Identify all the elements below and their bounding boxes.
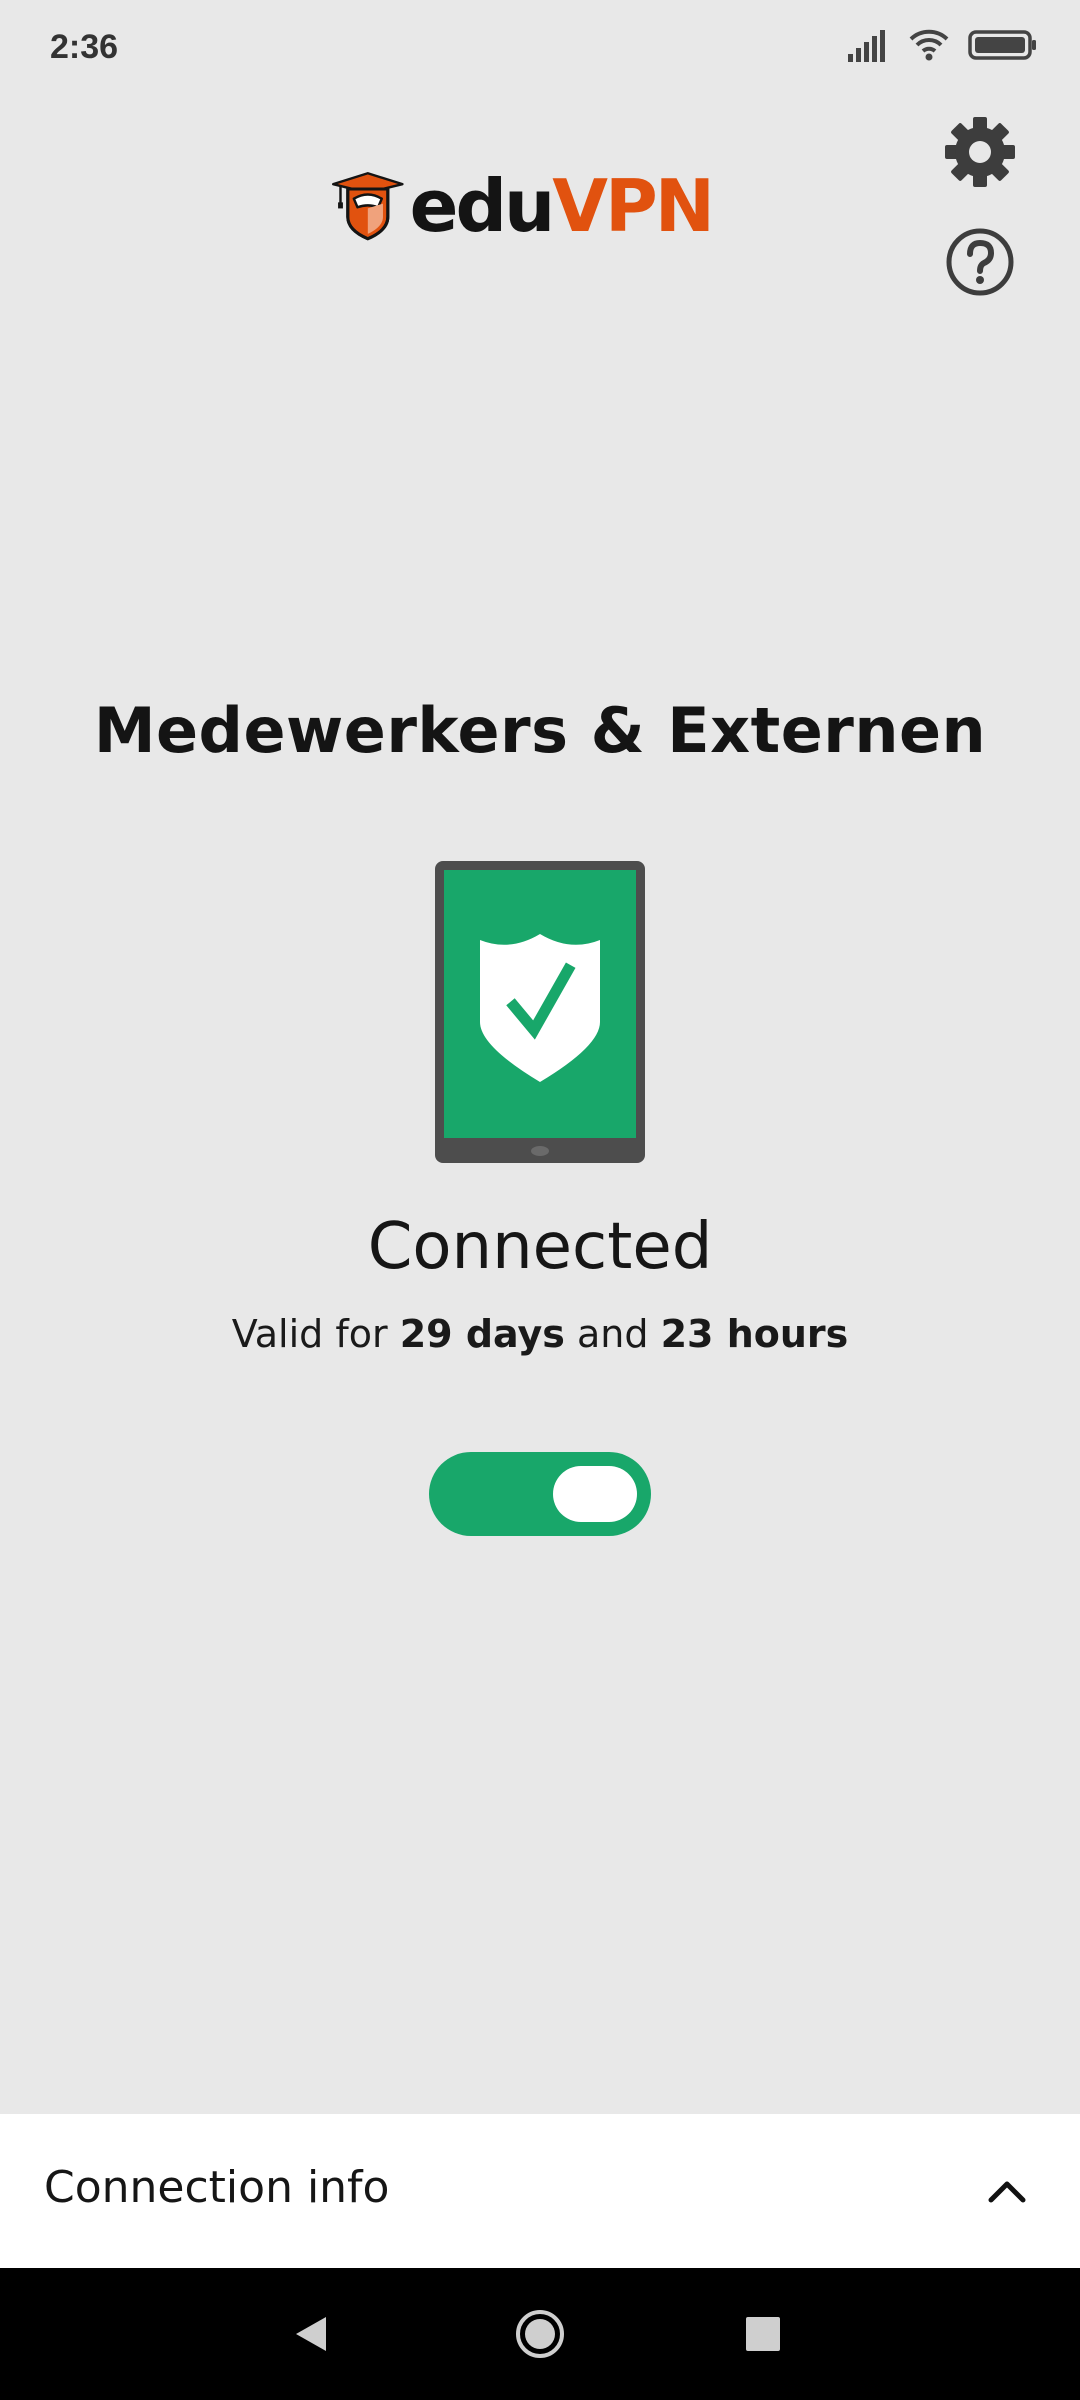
battery-icon xyxy=(968,30,1036,60)
connected-device-illustration xyxy=(435,861,645,1163)
system-navigation-bar xyxy=(0,2268,1080,2400)
recents-icon xyxy=(746,2317,780,2351)
logo-vpn-text: VPN xyxy=(552,164,715,248)
home-icon xyxy=(516,2310,564,2358)
back-icon xyxy=(296,2317,326,2351)
help-button[interactable] xyxy=(940,222,1020,302)
chevron-up-icon xyxy=(988,2181,1026,2203)
status-bar: 2:36 xyxy=(0,0,1080,96)
gear-icon xyxy=(945,117,1015,187)
logo-edu-text: edu xyxy=(409,164,556,248)
validity-joiner: and xyxy=(577,1312,649,1356)
back-button[interactable] xyxy=(276,2298,348,2370)
settings-button[interactable] xyxy=(940,112,1020,192)
wifi-icon xyxy=(909,29,949,61)
validity-hours: 23 hours xyxy=(660,1312,849,1356)
signal-icon xyxy=(848,30,885,62)
connection-info-label: Connection info xyxy=(44,2162,390,2213)
expand-button[interactable] xyxy=(974,2158,1040,2224)
owl-mascot-icon xyxy=(332,172,404,241)
logo-wordmark: eduVPN xyxy=(410,170,715,242)
eduvpn-logo: eduVPN xyxy=(332,150,715,262)
server-name: Medewerkers & Externen xyxy=(93,694,987,767)
connection-info-sheet[interactable]: Connection info xyxy=(0,2114,1080,2268)
help-icon xyxy=(946,228,1014,296)
validity-prefix: Valid for xyxy=(231,1312,388,1356)
connection-status: Connected xyxy=(367,1210,713,1284)
validity-text: Valid for 29 days and 23 hours xyxy=(0,1312,1080,1356)
vpn-connection-toggle[interactable] xyxy=(429,1452,651,1536)
validity-days: 29 days xyxy=(399,1312,565,1356)
toggle-knob xyxy=(553,1466,637,1522)
home-button[interactable] xyxy=(504,2298,576,2370)
status-icons xyxy=(846,28,1038,62)
status-time: 2:36 xyxy=(50,28,119,66)
recents-button[interactable] xyxy=(727,2298,799,2370)
